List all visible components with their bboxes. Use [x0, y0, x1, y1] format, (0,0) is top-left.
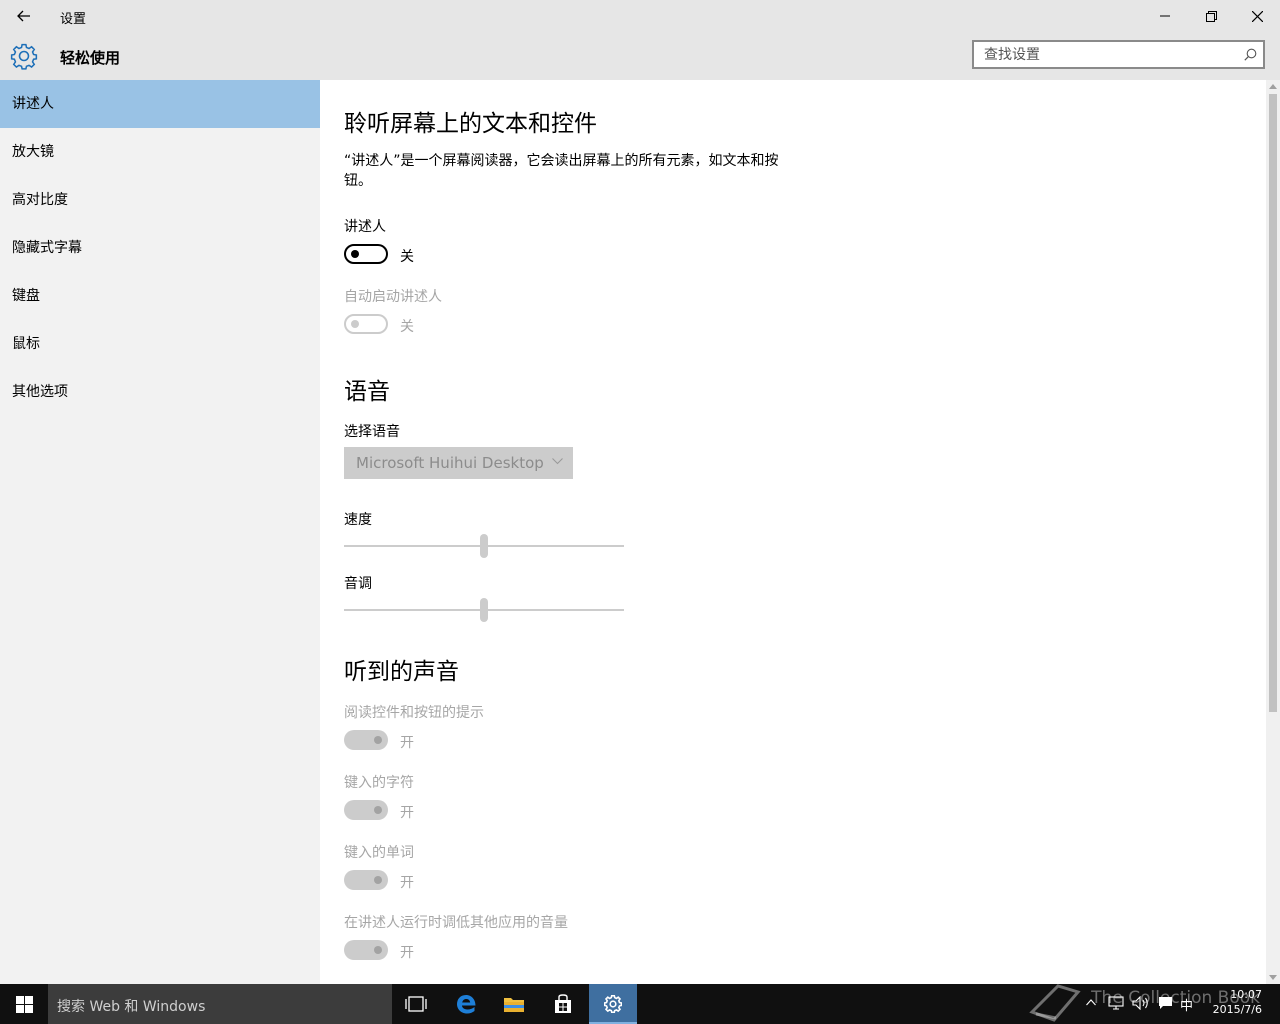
toggle-knob [374, 946, 382, 954]
search-input[interactable] [974, 42, 1244, 67]
pitch-slider-thumb[interactable] [480, 598, 488, 622]
ime-indicator[interactable]: 中 [1180, 995, 1193, 1014]
action-center-icon[interactable] [1158, 996, 1173, 1011]
read-hints-label: 阅读控件和按钮的提示 [344, 705, 484, 721]
taskbar-search-text: 搜索 Web 和 Windows [57, 999, 206, 1015]
section-heading-voice: 语音 [344, 379, 390, 405]
auto-start-toggle[interactable] [344, 314, 388, 334]
close-icon [1251, 10, 1263, 22]
typed-words-toggle[interactable] [344, 870, 388, 890]
taskbar-search-box[interactable]: 搜索 Web 和 Windows [48, 984, 392, 1024]
file-explorer-icon [504, 998, 524, 1012]
minimize-button[interactable] [1142, 0, 1188, 32]
speed-label: 速度 [344, 512, 372, 528]
sidebar-item-other-options[interactable]: 其他选项 [0, 368, 320, 416]
scroll-down-arrow-icon[interactable] [1269, 975, 1277, 980]
settings-icon [604, 995, 622, 1013]
search-box[interactable] [972, 40, 1265, 69]
toggle-knob [374, 806, 382, 814]
window-title: 设置 [60, 12, 87, 27]
restore-icon [1205, 10, 1217, 22]
narrator-description: “讲述人”是一个屏幕阅读器，它会读出屏幕上的所有元素，如文本和按钮。 [344, 153, 779, 189]
edge-button[interactable] [442, 984, 490, 1024]
search-icon[interactable] [1244, 48, 1257, 61]
clock-date: 2015/7/6 [1212, 1003, 1262, 1016]
page-title: 轻松使用 [60, 49, 121, 67]
narrator-toggle-state: 关 [400, 249, 414, 265]
task-view-icon [405, 996, 427, 1012]
sidebar-item-keyboard[interactable]: 键盘 [0, 272, 320, 320]
book-watermark-icon [1029, 984, 1081, 1022]
voice-select-value: Microsoft Huihui Desktop [356, 454, 544, 472]
gear-icon [10, 43, 38, 70]
voice-select-label: 选择语音 [344, 424, 400, 440]
app-header: 轻松使用 [0, 32, 1280, 80]
section-heading-narrator: 聆听屏幕上的文本和控件 [344, 111, 597, 137]
restore-button[interactable] [1188, 0, 1234, 32]
show-hidden-icons-icon[interactable] [1086, 999, 1096, 1006]
lower-volume-toggle-state: 开 [400, 945, 414, 961]
chevron-down-icon [552, 458, 563, 465]
read-hints-toggle[interactable] [344, 730, 388, 750]
toggle-knob [351, 320, 359, 328]
toggle-knob [374, 736, 382, 744]
volume-icon[interactable] [1132, 996, 1150, 1010]
file-explorer-button[interactable] [490, 984, 538, 1024]
sidebar: 讲述人 放大镜 高对比度 隐藏式字幕 键盘 鼠标 其他选项 [0, 80, 320, 984]
task-view-button[interactable] [392, 984, 440, 1024]
lower-volume-label: 在讲述人运行时调低其他应用的音量 [344, 915, 568, 931]
sidebar-item-high-contrast[interactable]: 高对比度 [0, 176, 320, 224]
typed-words-toggle-state: 开 [400, 875, 414, 891]
sidebar-item-narrator[interactable]: 讲述人 [0, 80, 320, 128]
voice-select[interactable]: Microsoft Huihui Desktop [344, 447, 573, 479]
sidebar-item-closed-captions[interactable]: 隐藏式字幕 [0, 224, 320, 272]
auto-start-toggle-state: 关 [400, 319, 414, 335]
close-button[interactable] [1234, 0, 1280, 32]
toggle-knob [374, 876, 382, 884]
windows-logo-icon [15, 995, 33, 1013]
speed-slider-thumb[interactable] [480, 534, 488, 558]
scroll-up-arrow-icon[interactable] [1269, 84, 1277, 89]
typed-words-label: 键入的单词 [344, 845, 414, 861]
minimize-icon [1160, 15, 1170, 17]
typed-characters-label: 键入的字符 [344, 775, 414, 791]
lower-volume-toggle[interactable] [344, 940, 388, 960]
start-button[interactable] [0, 984, 48, 1024]
narrator-toggle[interactable] [344, 244, 388, 264]
store-button[interactable] [539, 984, 587, 1024]
taskbar: 搜索 Web 和 Windows The Collection Book 中 1… [0, 984, 1280, 1024]
back-arrow-icon [17, 10, 30, 22]
system-tray: The Collection Book 中 10:07 2015/7/6 [1020, 984, 1280, 1024]
sidebar-item-magnifier[interactable]: 放大镜 [0, 128, 320, 176]
edge-icon [457, 995, 476, 1014]
settings-taskbar-button[interactable] [589, 984, 637, 1024]
section-heading-sounds: 听到的声音 [344, 659, 459, 685]
narrator-label: 讲述人 [344, 219, 386, 235]
clock[interactable]: 10:07 2015/7/6 [1213, 987, 1262, 1017]
network-icon[interactable] [1108, 996, 1124, 1010]
pitch-label: 音调 [344, 576, 372, 592]
store-icon [555, 994, 571, 1013]
auto-start-label: 自动启动讲述人 [344, 289, 442, 305]
typed-characters-toggle[interactable] [344, 800, 388, 820]
back-button[interactable] [0, 0, 48, 32]
sidebar-item-mouse[interactable]: 鼠标 [0, 320, 320, 368]
toggle-knob [351, 250, 359, 258]
typed-characters-toggle-state: 开 [400, 805, 414, 821]
read-hints-toggle-state: 开 [400, 735, 414, 751]
scrollbar-thumb[interactable] [1269, 94, 1277, 712]
title-bar: 设置 [0, 0, 1280, 32]
main-content: 聆听屏幕上的文本和控件 “讲述人”是一个屏幕阅读器，它会读出屏幕上的所有元素，如… [320, 80, 1266, 984]
clock-time: 10:07 [1230, 988, 1262, 1001]
vertical-scrollbar[interactable] [1266, 80, 1280, 984]
